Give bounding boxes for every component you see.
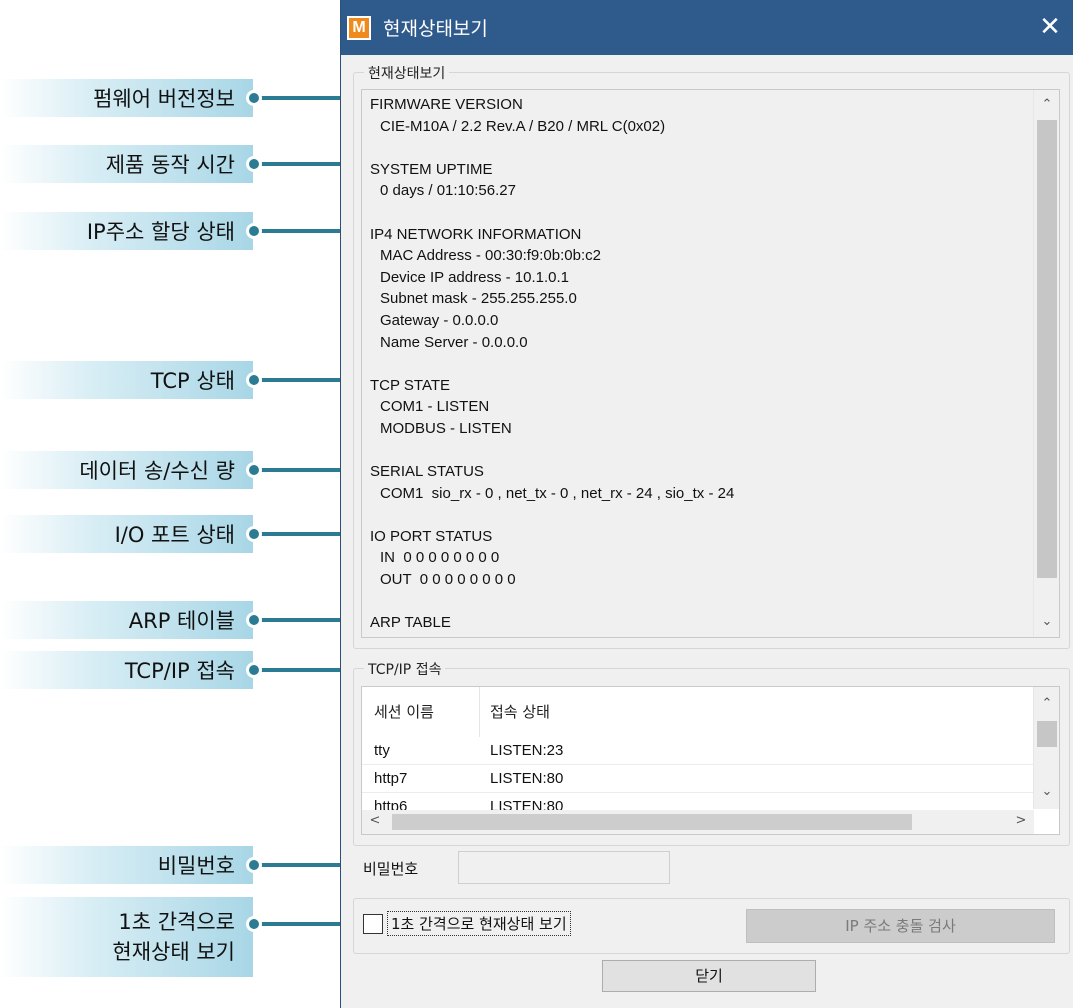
callout-box: IP주소 할당 상태	[0, 212, 253, 250]
title-bar[interactable]: M 현재상태보기 ✕	[341, 0, 1073, 55]
list-vertical-scrollbar[interactable]: ⌃ ⌄	[1033, 687, 1059, 809]
status-section-header: IP4 NETWORK INFORMATION	[370, 225, 582, 243]
connector-dot	[246, 156, 262, 172]
password-label: 비밀번호	[363, 860, 419, 878]
connector-dot	[246, 223, 262, 239]
connection-state-cell: LISTEN:80	[490, 770, 564, 787]
callout-label: 비밀번호	[157, 854, 235, 878]
callout-label-line1: 1초 간격으로	[118, 910, 235, 934]
status-section-value: COM1 - LISTEN	[380, 398, 490, 416]
status-section-value: IN 0 0 0 0 0 0 0 0	[380, 549, 500, 567]
session-name-cell: tty	[374, 742, 390, 759]
scroll-down-icon[interactable]: ⌄	[1034, 609, 1059, 635]
status-section-value: Subnet mask - 255.255.255.0	[380, 290, 577, 308]
callout-label: 1초 간격으로 현재상태 보기	[112, 897, 235, 977]
callout-label-line2: 현재상태 보기	[112, 940, 235, 964]
status-section-value: COM1 sio_rx - 0 , net_tx - 0 , net_rx - …	[380, 484, 735, 502]
callout-label: 데이터 송/수신 량	[79, 459, 235, 483]
column-header-session[interactable]: 세션 이름	[362, 687, 480, 737]
callout-box: 비밀번호	[0, 846, 253, 884]
tcpip-session-list[interactable]: 세션 이름 접속 상태 tty LISTEN:23 http7 LISTEN:80 ht…	[361, 686, 1060, 835]
scroll-down-icon[interactable]: ⌄	[1034, 779, 1059, 805]
status-section: FIRMWARE VERSION CIE-M10A / 2.2 Rev.A / B…	[370, 94, 1030, 137]
scroll-thumb[interactable]	[392, 814, 912, 830]
status-dialog: M 현재상태보기 ✕ 현재상태보기 FIRMWARE VERSION CIE-M1…	[340, 0, 1073, 1008]
callout-label: 펌웨어 버전정보	[93, 87, 235, 111]
callout-label: 제품 동작 시간	[105, 153, 235, 177]
status-section-value: 0 days / 01:10:56.27	[380, 182, 516, 200]
status-group-label: 현재상태보기	[364, 63, 450, 83]
connection-state-cell: LISTEN:23	[490, 742, 564, 759]
column-header-state[interactable]: 접속 상태	[480, 687, 1034, 737]
status-vertical-scrollbar[interactable]: ⌃ ⌄	[1033, 90, 1059, 637]
status-section-header: SYSTEM UPTIME	[370, 160, 493, 178]
status-section: IO PORT STATUS IN 0 0 0 0 0 0 0 0 OUT 0 0 …	[370, 526, 1030, 591]
status-section-value: CIE-M10A / 2.2 Rev.A / B20 / MRL C(0x02)	[380, 117, 666, 135]
status-section: TCP STATE COM1 - LISTEN MODBUS - LISTEN	[370, 375, 1030, 440]
callout-label: I/O 포트 상태	[114, 523, 235, 547]
status-text-content: FIRMWARE VERSION CIE-M10A / 2.2 Rev.A / B…	[370, 94, 1030, 637]
callout-box: 1초 간격으로 현재상태 보기	[0, 897, 253, 977]
list-horizontal-scrollbar[interactable]: < >	[362, 810, 1034, 834]
status-section-value: MAC Address - 00:30:f9:0b:0b:c2	[380, 247, 601, 265]
callout-label: IP주소 할당 상태	[86, 220, 235, 244]
connector-dot	[246, 612, 262, 628]
status-section: ARP TABLE	[370, 612, 1030, 634]
callout-box: ARP 테이블	[0, 601, 253, 639]
callout-label: TCP/IP 접속	[124, 659, 235, 683]
status-section-value: OUT 0 0 0 0 0 0 0 0	[380, 571, 516, 589]
status-section: IP4 NETWORK INFORMATION MAC Address - 00:…	[370, 224, 1030, 354]
scroll-thumb[interactable]	[1037, 721, 1057, 747]
status-text-box[interactable]: FIRMWARE VERSION CIE-M10A / 2.2 Rev.A / B…	[361, 89, 1060, 638]
interval-checkbox[interactable]	[363, 914, 383, 934]
status-section-value: Gateway - 0.0.0.0	[380, 311, 499, 329]
status-section-header: TCP STATE	[370, 376, 451, 394]
close-button[interactable]: 닫기	[602, 960, 816, 992]
connector-dot	[246, 857, 262, 873]
scroll-up-icon[interactable]: ⌃	[1034, 92, 1059, 118]
ip-conflict-check-button[interactable]: IP 주소 충돌 검사	[746, 909, 1055, 943]
status-section-value: Name Server - 0.0.0.0	[380, 333, 528, 351]
connector-dot	[246, 526, 262, 542]
status-section-header: FIRMWARE VERSION	[370, 96, 523, 113]
list-header: 세션 이름 접속 상태	[362, 687, 1034, 737]
callout-box: 데이터 송/수신 량	[0, 451, 253, 489]
tcpip-group-label: TCP/IP 접속	[364, 659, 446, 679]
app-icon: M	[347, 16, 371, 40]
callout-box: 제품 동작 시간	[0, 145, 253, 183]
table-row[interactable]: http7 LISTEN:80	[362, 765, 1034, 793]
connector-dot	[246, 90, 262, 106]
table-row[interactable]: tty LISTEN:23	[362, 737, 1034, 765]
callout-box: 펌웨어 버전정보	[0, 79, 253, 117]
scroll-left-icon[interactable]: <	[362, 809, 388, 833]
callout-label: ARP 테이블	[128, 609, 235, 633]
connector-dot	[246, 916, 262, 932]
status-section-header: SERIAL STATUS	[370, 463, 484, 481]
scroll-up-icon[interactable]: ⌃	[1034, 691, 1059, 717]
connector-dot	[246, 372, 262, 388]
scroll-thumb[interactable]	[1037, 120, 1057, 578]
close-window-button[interactable]: ✕	[1027, 0, 1073, 55]
scroll-right-icon[interactable]: >	[1008, 809, 1034, 833]
connector-dot	[246, 662, 262, 678]
status-section-header: IO PORT STATUS	[370, 527, 493, 545]
interval-checkbox-label[interactable]: 1초 간격으로 현재상태 보기	[387, 911, 571, 936]
password-field[interactable]	[458, 851, 670, 884]
status-section-value: Device IP address - 10.1.0.1	[380, 268, 569, 286]
callout-box: I/O 포트 상태	[0, 515, 253, 553]
status-section-header: ARP TABLE	[370, 614, 451, 632]
callout-box: TCP 상태	[0, 361, 253, 399]
window-title: 현재상태보기	[383, 18, 488, 40]
session-name-cell: http7	[374, 770, 408, 787]
connector-dot	[246, 462, 262, 478]
status-section-value: MODBUS - LISTEN	[380, 419, 512, 437]
status-section: SYSTEM UPTIME 0 days / 01:10:56.27	[370, 159, 1030, 202]
callout-label: TCP 상태	[150, 369, 235, 393]
callout-box: TCP/IP 접속	[0, 651, 253, 689]
status-section: SERIAL STATUS COM1 sio_rx - 0 , net_tx - …	[370, 461, 1030, 504]
